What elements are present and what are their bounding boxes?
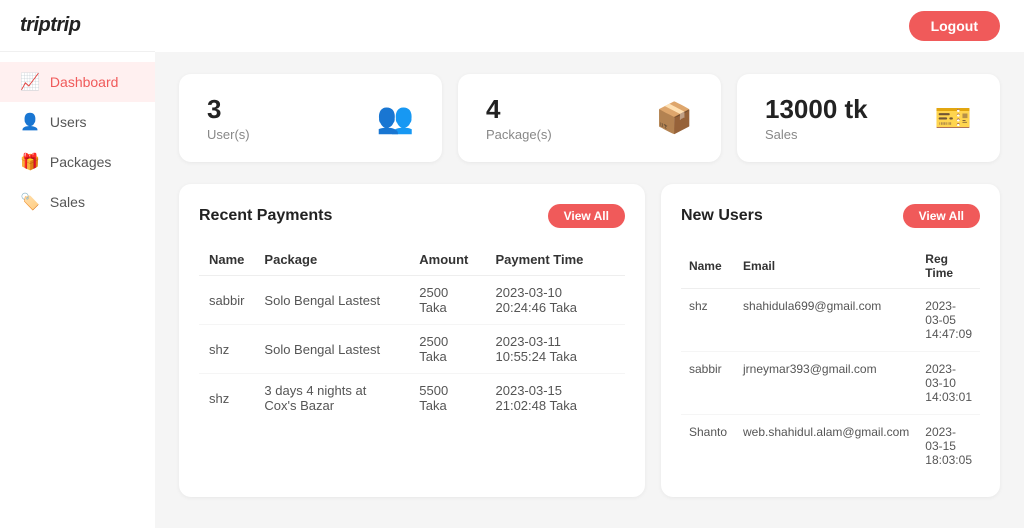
payment-package: Solo Bengal Lastest (254, 276, 409, 325)
app-logo: triptrip (0, 0, 155, 52)
payment-time: 2023-03-15 21:02:48 Taka (486, 374, 625, 423)
payment-time: 2023-03-10 20:24:46 Taka (486, 276, 625, 325)
payments-table: Name Package Amount Payment Time sabbir … (199, 244, 625, 422)
users-col-regtime: Reg Time (917, 244, 980, 289)
new-users-card-header: New Users View All (681, 204, 980, 228)
sidebar-item-label: Packages (50, 154, 111, 170)
user-regtime: 2023-03-10 14:03:01 (917, 352, 980, 415)
logout-button[interactable]: Logout (909, 11, 1000, 41)
payments-col-time: Payment Time (486, 244, 625, 276)
user-name: Shanto (681, 415, 735, 478)
stat-info-users: 3 User(s) (207, 94, 250, 142)
payment-amount: 5500 Taka (409, 374, 485, 423)
sidebar-item-dashboard[interactable]: 📈 Dashboard (0, 62, 155, 102)
payments-card-header: Recent Payments View All (199, 204, 625, 228)
stat-number-users: 3 (207, 94, 250, 125)
payment-time: 2023-03-11 10:55:24 Taka (486, 325, 625, 374)
payments-card: Recent Payments View All Name Package Am… (179, 184, 645, 497)
payment-amount: 2500 Taka (409, 325, 485, 374)
sidebar-item-label: Dashboard (50, 74, 119, 90)
new-users-title: New Users (681, 207, 763, 225)
stat-card-sales: 13000 tk Sales 🎫 (737, 74, 1000, 162)
table-row: shz shahidula699@gmail.com 2023-03-05 14… (681, 289, 980, 352)
sidebar-item-label: Users (50, 114, 87, 130)
stat-info-sales: 13000 tk Sales (765, 94, 868, 142)
payment-package: 3 days 4 nights at Cox's Bazar (254, 374, 409, 423)
stat-icon-packages: 📦 (656, 101, 693, 136)
user-regtime: 2023-03-05 14:47:09 (917, 289, 980, 352)
payments-col-name: Name (199, 244, 254, 276)
table-row: sabbir Solo Bengal Lastest 2500 Taka 202… (199, 276, 625, 325)
main-area: Logout 3 User(s) 👥 4 Package(s) 📦 (155, 0, 1024, 528)
stat-number-packages: 4 (486, 94, 552, 125)
stat-label-users: User(s) (207, 127, 250, 142)
user-name: shz (681, 289, 735, 352)
sidebar-item-users[interactable]: 👤 Users (0, 102, 155, 142)
sidebar-item-sales[interactable]: 🏷️ Sales (0, 182, 155, 222)
bottom-row: Recent Payments View All Name Package Am… (179, 184, 1000, 497)
users-icon: 👤 (20, 112, 40, 132)
sidebar-nav: 📈 Dashboard 👤 Users 🎁 Packages 🏷️ Sales (0, 52, 155, 232)
payment-amount: 2500 Taka (409, 276, 485, 325)
stat-icon-users: 👥 (377, 101, 414, 136)
stat-info-packages: 4 Package(s) (486, 94, 552, 142)
sales-icon: 🏷️ (20, 192, 40, 212)
stat-card-users: 3 User(s) 👥 (179, 74, 442, 162)
payment-name: sabbir (199, 276, 254, 325)
table-row: shz 3 days 4 nights at Cox's Bazar 5500 … (199, 374, 625, 423)
header: Logout (155, 0, 1024, 52)
payment-name: shz (199, 374, 254, 423)
user-email: shahidula699@gmail.com (735, 289, 917, 352)
content: 3 User(s) 👥 4 Package(s) 📦 13000 tk Sale… (155, 52, 1024, 528)
payments-view-all-button[interactable]: View All (548, 204, 625, 228)
table-row: sabbir jrneymar393@gmail.com 2023-03-10 … (681, 352, 980, 415)
users-col-name: Name (681, 244, 735, 289)
table-row: shz Solo Bengal Lastest 2500 Taka 2023-0… (199, 325, 625, 374)
payments-col-package: Package (254, 244, 409, 276)
user-name: sabbir (681, 352, 735, 415)
new-users-card: New Users View All Name Email Reg Time s… (661, 184, 1000, 497)
stat-label-sales: Sales (765, 127, 868, 142)
user-regtime: 2023-03-15 18:03:05 (917, 415, 980, 478)
payments-col-amount: Amount (409, 244, 485, 276)
stat-card-packages: 4 Package(s) 📦 (458, 74, 721, 162)
stat-label-packages: Package(s) (486, 127, 552, 142)
users-col-email: Email (735, 244, 917, 289)
dashboard-icon: 📈 (20, 72, 40, 92)
payments-title: Recent Payments (199, 207, 332, 225)
table-row: Shanto web.shahidul.alam@gmail.com 2023-… (681, 415, 980, 478)
sidebar-item-label: Sales (50, 194, 85, 210)
packages-icon: 🎁 (20, 152, 40, 172)
stat-number-sales: 13000 tk (765, 94, 868, 125)
new-users-table: Name Email Reg Time shz shahidula699@gma… (681, 244, 980, 477)
user-email: jrneymar393@gmail.com (735, 352, 917, 415)
payment-name: shz (199, 325, 254, 374)
payment-package: Solo Bengal Lastest (254, 325, 409, 374)
sidebar: triptrip 📈 Dashboard 👤 Users 🎁 Packages … (0, 0, 155, 528)
new-users-view-all-button[interactable]: View All (903, 204, 980, 228)
stat-icon-sales: 🎫 (935, 101, 972, 136)
user-email: web.shahidul.alam@gmail.com (735, 415, 917, 478)
sidebar-item-packages[interactable]: 🎁 Packages (0, 142, 155, 182)
stats-row: 3 User(s) 👥 4 Package(s) 📦 13000 tk Sale… (179, 74, 1000, 162)
